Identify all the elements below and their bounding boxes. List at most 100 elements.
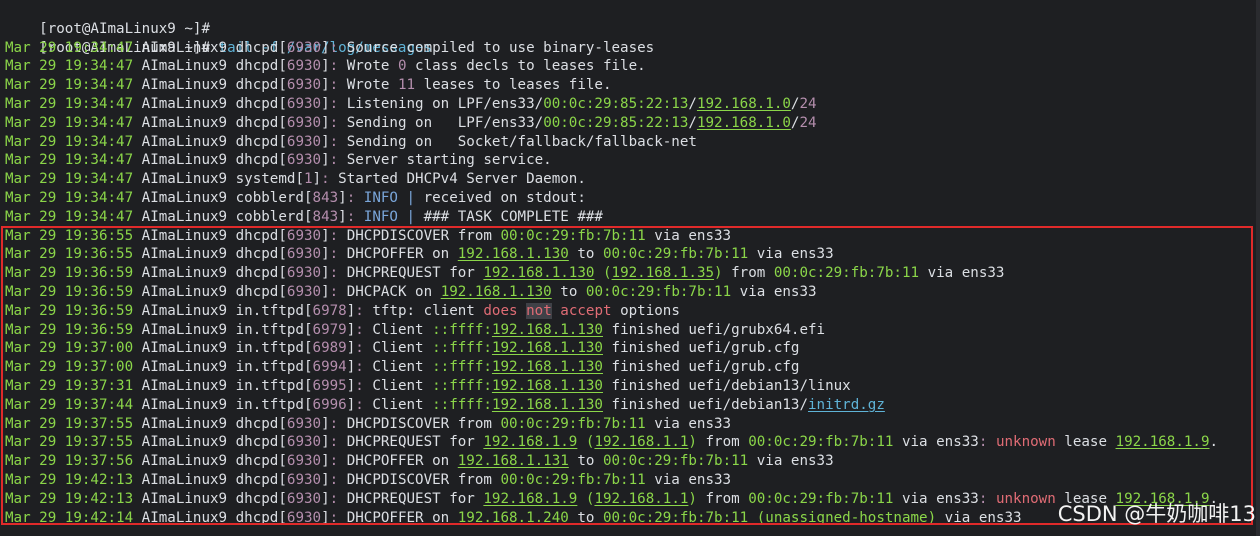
log-line: Mar 29 19:36:59 AImaLinux9 dhcpd[6930]: …	[5, 283, 817, 302]
log-timestamp: Mar 29 19:37:00	[5, 359, 134, 376]
log-message-part: 00:0c:29:fb:7b:11	[773, 265, 920, 282]
log-message-part	[552, 303, 561, 319]
log-line: Mar 29 19:37:55 AImaLinux9 dhcpd[6930]: …	[5, 433, 1218, 452]
log-host: AImaLinux9	[141, 359, 228, 376]
bracket: [	[278, 415, 287, 432]
separator: :	[329, 265, 347, 282]
log-process: dhcpd	[235, 471, 279, 488]
log-timestamp: Mar 29 19:42:14	[5, 509, 134, 526]
log-message-part: 192.168.1.130	[491, 321, 603, 338]
bracket: [	[303, 321, 313, 338]
log-host: AImaLinux9	[141, 509, 228, 526]
log-message-part	[518, 303, 527, 319]
log-pid: 6930	[286, 434, 322, 451]
bracket: [	[278, 453, 287, 470]
log-message-part: 00:0c:29:fb:7b:11	[748, 434, 894, 451]
log-message-part: :	[978, 434, 996, 451]
log-timestamp: Mar 29 19:36:59	[5, 283, 134, 300]
log-pid: 6930	[286, 509, 322, 526]
log-process: in.tftpd	[235, 321, 304, 338]
log-host: AImaLinux9	[141, 58, 228, 75]
bracket: [	[278, 246, 287, 263]
log-message-part: Server starting service.	[346, 152, 552, 169]
log-process: dhcpd	[235, 265, 279, 282]
bracket: [	[303, 208, 313, 225]
log-pid: 6995	[312, 377, 347, 394]
log-process: cobblerd	[235, 189, 304, 206]
log-host: AImaLinux9	[141, 377, 228, 394]
separator: :	[329, 509, 347, 526]
log-message-part: to	[568, 509, 603, 526]
log-message-part: unknown	[995, 434, 1056, 451]
log-message-part: via ens33	[919, 265, 1005, 282]
log-message-part: (	[594, 265, 612, 282]
separator: :	[329, 434, 347, 451]
separator: :	[329, 246, 347, 263]
log-host: AImaLinux9	[141, 246, 228, 263]
log-message-part: .	[1209, 434, 1219, 451]
log-message-part: via ens33	[936, 509, 1022, 526]
log-host: AImaLinux9	[141, 133, 228, 150]
bracket: [	[278, 434, 287, 451]
log-timestamp: Mar 29 19:37:31	[5, 377, 134, 394]
log-process: systemd	[235, 171, 296, 188]
log-host: AImaLinux9	[141, 415, 228, 432]
log-process: dhcpd	[235, 509, 279, 526]
log-line: Mar 29 19:42:14 AImaLinux9 dhcpd[6930]: …	[5, 509, 1022, 528]
log-host: AImaLinux9	[141, 227, 228, 244]
separator: :	[329, 453, 347, 470]
log-host: AImaLinux9	[141, 152, 228, 169]
log-timestamp: Mar 29 19:34:47	[5, 95, 134, 112]
log-timestamp: Mar 29 19:37:55	[5, 415, 134, 432]
log-pid: 6930	[286, 58, 322, 75]
log-pid: 6930	[286, 95, 322, 112]
log-message-part: Wrote	[346, 58, 398, 75]
log-message-part: class decls to leases file.	[406, 58, 646, 75]
log-message-part: via ens33	[731, 283, 817, 300]
log-message-part: (	[577, 434, 595, 451]
bracket: ]	[338, 208, 347, 225]
prompt-line-1: [root@AImaLinux9 ~]#	[5, 1, 210, 37]
terminal-window[interactable]: [root@AImaLinux9 ~]# [root@AImaLinux9 ~]…	[0, 0, 1260, 536]
log-message-part: 24	[799, 95, 817, 112]
log-pid: 6930	[286, 283, 322, 300]
log-line: Mar 29 19:34:47 AImaLinux9 cobblerd[843]…	[5, 189, 586, 208]
bracket: ]	[321, 509, 330, 526]
log-host: AImaLinux9	[141, 265, 228, 282]
bracket: [	[278, 490, 287, 507]
log-line: Mar 29 19:37:56 AImaLinux9 dhcpd[6930]: …	[5, 452, 834, 471]
bracket: [	[278, 471, 287, 488]
log-message-part: tftp: client	[372, 302, 484, 319]
log-message-part: DHCPREQUEST for	[346, 490, 484, 507]
log-timestamp: Mar 29 19:42:13	[5, 471, 134, 488]
bracket: [	[295, 171, 304, 188]
bracket: [	[278, 58, 287, 75]
log-line: Mar 29 19:37:00 AImaLinux9 in.tftpd[6989…	[5, 339, 799, 358]
log-message-part: 192.168.1.130	[457, 246, 569, 263]
log-process: dhcpd	[235, 114, 279, 131]
log-timestamp: Mar 29 19:36:55	[5, 227, 134, 244]
log-line: Mar 29 19:34:47 AImaLinux9 dhcpd[6930]: …	[5, 39, 654, 58]
log-message-part: to	[568, 246, 603, 263]
log-message-part: ::ffff:	[432, 321, 492, 338]
log-message-part: 192.168.1.0	[696, 114, 791, 131]
log-host: AImaLinux9	[141, 302, 228, 319]
scrollbar[interactable]	[1256, 0, 1260, 536]
log-process: dhcpd	[235, 453, 279, 470]
log-message-part: options	[611, 302, 680, 319]
bracket: [	[303, 396, 313, 413]
